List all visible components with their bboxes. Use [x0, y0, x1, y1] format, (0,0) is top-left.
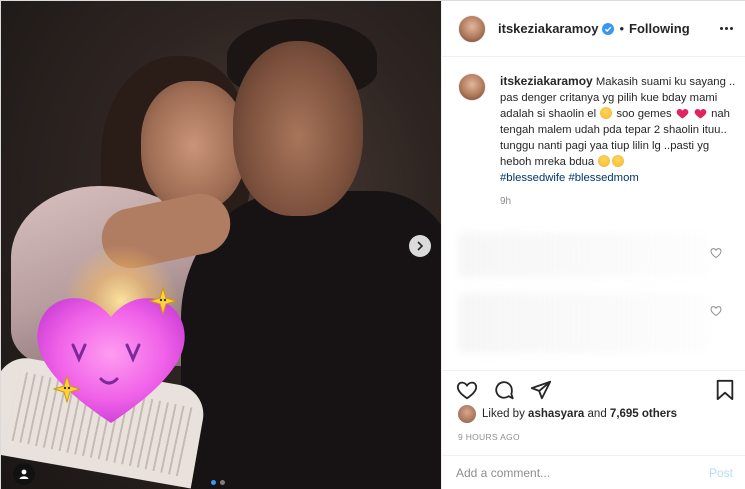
post-side-panel: itskeziakaramoy • Following itskeziakara… [441, 1, 745, 489]
paper-plane-icon[interactable] [530, 379, 552, 401]
verified-badge-icon [602, 22, 615, 35]
heart-outline-icon[interactable] [710, 247, 722, 259]
action-bar [442, 370, 745, 406]
separator-bullet: • [619, 21, 625, 36]
caption-hashtags[interactable]: #blessedwife #blessedmom [500, 172, 639, 184]
photo-scene-man-face [233, 41, 363, 216]
caption-line-2: soo gemes [616, 108, 672, 120]
post-container: itskeziakaramoy • Following itskeziakara… [0, 0, 745, 489]
comment-icon[interactable] [493, 379, 515, 401]
comment-input[interactable] [456, 466, 709, 480]
more-options-icon[interactable] [717, 19, 735, 37]
red-heart-emoji-icon [676, 109, 689, 119]
sparkle-sticker-icon [53, 375, 81, 403]
caption-avatar[interactable] [458, 73, 486, 101]
bookmark-icon[interactable] [714, 379, 736, 401]
carousel-dot-active [211, 480, 216, 485]
red-heart-emoji-icon [694, 109, 707, 119]
caption-age: 9h [500, 196, 512, 207]
liked-and-label: and [587, 408, 607, 420]
chevron-right-icon[interactable] [409, 235, 431, 257]
liked-by-label: Liked by [482, 408, 525, 420]
liked-by-user[interactable]: ashasyara [528, 408, 584, 420]
comment-row-blurred [458, 293, 708, 353]
post-timestamp[interactable]: 9 HOURS AGO [458, 432, 520, 442]
crying-laughing-emoji-icon [598, 155, 611, 167]
photo-scene-woman-face [141, 81, 246, 211]
likes-summary: Liked by ashasyara and 7,695 others [458, 405, 677, 423]
likes-count[interactable]: 7,695 others [610, 408, 677, 420]
caption: itskeziakaramoy Makasih suami ku sayang … [458, 73, 738, 207]
header-username[interactable]: itskeziakaramoy [498, 21, 598, 36]
user-tag-icon[interactable] [13, 463, 35, 485]
comment-row-blurred [458, 233, 708, 277]
heart-outline-icon[interactable] [456, 379, 478, 401]
avatar[interactable] [458, 14, 486, 43]
carousel-dot [220, 480, 225, 485]
post-comment-button[interactable]: Post [709, 466, 733, 480]
heart-outline-icon[interactable] [710, 305, 722, 317]
crying-laughing-emoji-icon [612, 155, 625, 167]
sparkle-sticker-icon [149, 287, 177, 315]
comment-box: Post [442, 455, 745, 489]
post-photo[interactable] [1, 1, 441, 489]
follow-status-button[interactable]: Following [629, 21, 690, 36]
caption-text: itskeziakaramoy Makasih suami ku sayang … [500, 73, 738, 186]
caption-username[interactable]: itskeziakaramoy [500, 74, 593, 88]
avatar[interactable] [458, 405, 476, 423]
carousel-dots [211, 480, 225, 485]
heart-eyes-emoji-icon [600, 107, 613, 119]
post-header: itskeziakaramoy • Following [442, 1, 745, 57]
